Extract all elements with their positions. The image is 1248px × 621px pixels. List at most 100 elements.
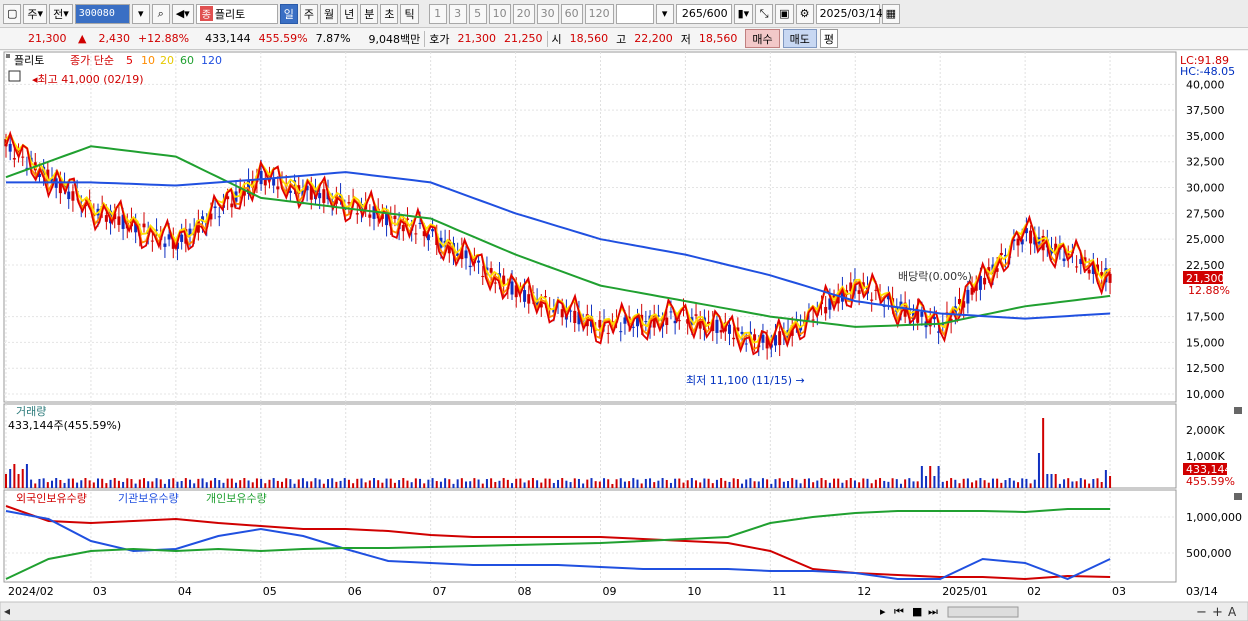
interval-3[interactable]: 3 [448,3,467,24]
last-page-icon[interactable]: ⏭ [928,605,938,618]
interval-30[interactable]: 30 [536,3,559,24]
period-month-tab[interactable]: 월 [319,3,339,24]
volume-bar [724,480,727,488]
candle-body [217,216,221,218]
window-icon[interactable]: ▢ [3,3,22,24]
volume-bar [289,479,292,488]
calendar-icon[interactable]: ▦ [881,3,900,24]
volume-bar [92,482,95,488]
volume-bar [469,481,472,488]
volume-bar [477,479,480,488]
volume-bar [126,478,129,488]
volume-bar [276,480,279,488]
interval-5[interactable]: 5 [468,3,487,24]
zoom-out-icon[interactable]: − [1196,605,1207,620]
interval-input[interactable] [615,3,654,24]
volume-bar [1083,479,1086,488]
speaker-icon[interactable]: ◀▾ [171,3,194,24]
volume-bar [1088,483,1091,488]
buy-button[interactable]: 매수 [745,29,780,48]
candle-body [477,260,481,263]
volume-bar [1067,478,1070,488]
dividend-annotation: 배당락(0.00%) [898,270,972,283]
volume-bar [352,483,355,488]
date-input[interactable]: 2025/03/14 [815,3,883,24]
volume-bar [1033,479,1036,488]
volume-bar [310,481,313,488]
volume-bar [791,478,794,488]
volume-bar [1109,476,1112,488]
count-field[interactable]: 265/600 [675,3,732,24]
volume-bar [753,481,756,488]
chart-area[interactable]: 40,000 37,500 35,000 32,500 30,000 27,500 25,0… [0,51,1248,621]
drawing-tool-icon[interactable]: ⤡ [755,3,774,24]
price-y-tick: 37,500 [1186,104,1225,117]
stock-code-input[interactable]: 300080 [74,3,130,24]
interval-1[interactable]: 1 [428,3,447,24]
interval-dropdown-icon[interactable]: ▾ [655,3,674,24]
candle-body [523,290,527,302]
sell-button[interactable]: 매도 [782,29,817,48]
volume-bar [536,480,539,488]
interval-20[interactable]: 20 [512,3,535,24]
x-axis: 2024/02 03 04 05 06 07 08 09 10 11 12 2025/01 02 03 03… [8,585,1218,598]
volume-bar [368,480,371,488]
volume-bar [460,478,463,488]
volume-bar [243,478,246,488]
candle-body [744,343,748,345]
zoom-in-icon[interactable]: + [1212,605,1223,620]
volume-bar [444,478,447,488]
volume-bar [419,478,422,488]
high-price: 22,200 [634,32,673,45]
volume-bar [828,482,831,488]
interval-60[interactable]: 60 [560,3,583,24]
volume-y-axis: 2,000K 1,000K [1186,424,1225,463]
volume-bar [1104,470,1107,488]
scroll-left-icon[interactable]: ◂ [4,604,10,618]
stop-icon[interactable]: ■ [912,605,922,618]
chart-svg[interactable]: 40,000 37,500 35,000 32,500 30,000 27,500 25,0… [0,51,1248,621]
current-price: 21,300 ▲ [28,32,87,45]
volume-bar [937,466,940,488]
candle-body [347,202,351,204]
open-price: 18,560 [569,32,609,45]
holding-close-icon[interactable] [1234,493,1242,500]
period-minute-tab[interactable]: 분 [360,3,379,24]
x-tick-label: 09 [602,585,616,598]
interval-10[interactable]: 10 [488,3,511,24]
market-select[interactable]: 주 ▾ [23,3,48,24]
volume-value: 433,144 [205,32,251,45]
period-tick-tab[interactable]: 틱 [400,3,419,24]
scroll-right-icon[interactable]: ▸ [880,605,886,618]
period-year-tab[interactable]: 년 [340,3,359,24]
volume-bar [770,483,773,488]
first-page-icon[interactable]: ⏮ [894,605,904,618]
save-icon[interactable]: ▣ [775,3,794,24]
chart-type-icon[interactable]: ▮▾ [733,3,754,24]
volume-bar [414,478,417,488]
period-second-tab[interactable]: 초 [380,3,399,24]
volume-bar [669,482,672,488]
candle-body [104,215,108,222]
auto-scale-icon[interactable]: A [1228,605,1237,619]
volume-bar [598,481,601,488]
volume-close-icon[interactable] [1234,407,1242,414]
interval-120[interactable]: 120 [584,3,614,24]
average-button[interactable]: 평 [819,29,839,48]
code-dropdown-icon[interactable]: ▾ [131,3,150,24]
candle-body [276,186,280,190]
period-day-tab[interactable]: 일 [279,3,298,24]
scroll-bar[interactable] [0,601,1248,621]
scroll-thumb[interactable] [947,606,1019,618]
prev-select[interactable]: 전 ▾ [49,3,73,24]
gear-icon[interactable]: ⚙ [795,3,814,24]
volume-bar [573,478,576,488]
volume-bar [1025,478,1028,488]
search-icon[interactable]: ⌕ [151,3,170,24]
volume-bar [76,482,79,488]
volume-bar [690,478,693,488]
stock-name-field[interactable]: 종 플리토 [195,3,278,24]
period-week-tab[interactable]: 주 [299,3,318,24]
volume-bar [611,483,614,488]
holding-y-axis: 1,000,000 500,000 [1186,511,1242,560]
